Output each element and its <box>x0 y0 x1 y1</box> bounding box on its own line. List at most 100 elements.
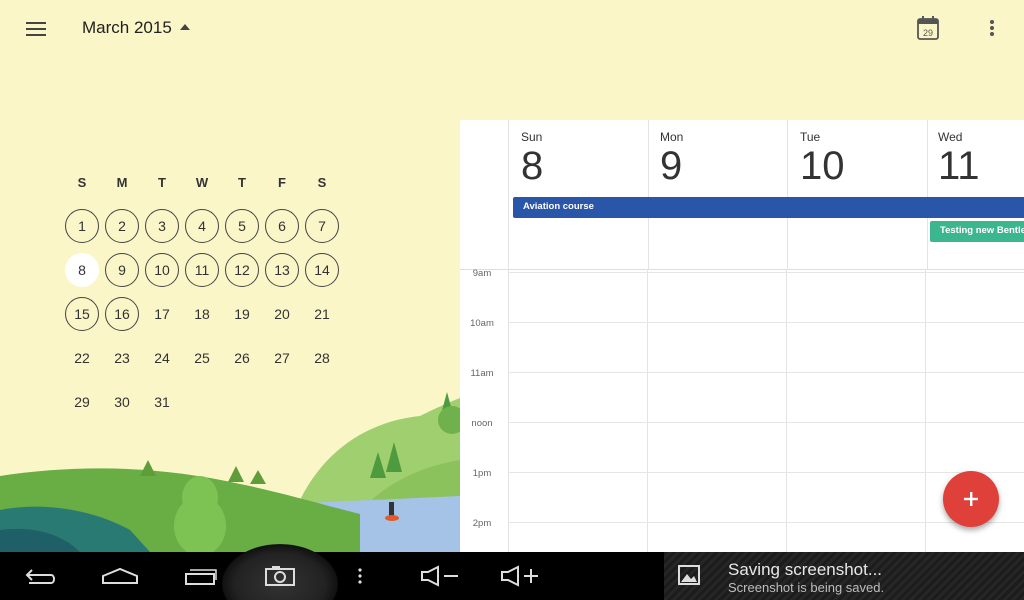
today-button[interactable]: 29 <box>912 12 944 44</box>
day-cell-selected[interactable]: 8 <box>62 248 102 292</box>
day-number: 11 <box>938 144 980 188</box>
weekday-label: T <box>158 174 166 190</box>
day-cell[interactable]: 2 <box>102 204 142 248</box>
month-label: March 2015 <box>82 18 172 37</box>
weekday-label: S <box>77 174 87 190</box>
day-number: 4 <box>185 209 219 243</box>
weekday-label: S <box>317 174 327 190</box>
screenshot-notification[interactable]: Saving screenshot... Screenshot is being… <box>664 552 1024 600</box>
back-icon[interactable] <box>20 556 60 596</box>
day-number: 18 <box>194 306 210 322</box>
day-cell[interactable]: 20 <box>262 292 302 336</box>
recent-apps-icon[interactable] <box>180 556 220 596</box>
day-name: Wed <box>938 130 963 144</box>
day-number: 23 <box>114 350 130 366</box>
more-options-icon[interactable] <box>978 12 1006 44</box>
day-number: 8 <box>521 144 544 188</box>
day-header-sun[interactable]: Sun 8 <box>521 130 543 186</box>
column-divider <box>787 120 788 270</box>
day-name: Mon <box>660 130 684 144</box>
day-number: 5 <box>225 209 259 243</box>
day-cell[interactable]: 9 <box>102 248 142 292</box>
column-divider <box>648 120 649 270</box>
day-header-mon[interactable]: Mon 9 <box>660 130 683 186</box>
day-number: 22 <box>74 350 90 366</box>
day-cell[interactable]: 13 <box>262 248 302 292</box>
hour-line <box>508 322 1024 323</box>
month-selector[interactable]: March 2015 <box>82 18 190 38</box>
day-cell[interactable]: 19 <box>222 292 262 336</box>
column-divider <box>925 270 926 552</box>
event-testing-new-bentley[interactable]: Testing new Bentley <box>930 221 1024 242</box>
day-number: 21 <box>314 306 330 322</box>
week-view: Sun 8 Mon 9 Tue 10 Wed 11 Aviation cours… <box>460 120 1024 552</box>
hour-label: 2pm <box>472 518 492 529</box>
day-number: 12 <box>225 253 259 287</box>
column-divider <box>927 120 928 270</box>
day-number: 2 <box>105 209 139 243</box>
day-cell[interactable]: 14 <box>302 248 342 292</box>
day-number: 1 <box>65 209 99 243</box>
day-cell[interactable]: 25 <box>182 336 222 380</box>
day-cell[interactable]: 22 <box>62 336 102 380</box>
day-cell[interactable]: 12 <box>222 248 262 292</box>
day-number: 11 <box>185 253 219 287</box>
app-bar: March 2015 29 <box>0 0 1024 58</box>
week-row: 1 2 3 4 5 6 7 <box>62 204 346 248</box>
hour-label: 9am <box>472 268 492 279</box>
week-row: 22 23 24 25 26 27 28 <box>62 336 346 380</box>
hour-line <box>508 372 1024 373</box>
day-cell[interactable]: 5 <box>222 204 262 248</box>
add-event-button[interactable] <box>943 471 999 527</box>
day-cell[interactable]: 11 <box>182 248 222 292</box>
menu-icon[interactable] <box>20 14 52 44</box>
day-cell[interactable]: 16 <box>102 292 142 336</box>
calendar-icon: 29 <box>917 16 939 40</box>
day-header-tue[interactable]: Tue 10 <box>800 130 845 186</box>
hour-label: 1pm <box>472 468 492 479</box>
day-number: 10 <box>800 144 845 188</box>
day-number: 3 <box>145 209 179 243</box>
day-number: 10 <box>145 253 179 287</box>
day-cell[interactable]: 28 <box>302 336 342 380</box>
today-badge: 29 <box>923 28 933 38</box>
event-aviation-course[interactable]: Aviation course <box>513 197 1024 218</box>
volume-down-icon[interactable] <box>418 556 462 596</box>
day-cell[interactable]: 15 <box>62 292 102 336</box>
day-cell[interactable]: 4 <box>182 204 222 248</box>
hour-line <box>508 472 1024 473</box>
triangle-up-icon <box>179 24 190 30</box>
column-divider <box>786 270 787 552</box>
screenshot-icon[interactable] <box>260 556 300 596</box>
home-icon[interactable] <box>100 556 140 596</box>
week-header: Sun 8 Mon 9 Tue 10 Wed 11 Aviation cours… <box>460 120 1024 270</box>
more-vert-icon[interactable] <box>350 556 370 596</box>
hour-label: noon <box>471 418 493 429</box>
volume-up-icon[interactable] <box>498 556 542 596</box>
day-number: 9 <box>105 253 139 287</box>
hour-line <box>508 422 1024 423</box>
day-cell[interactable]: 24 <box>142 336 182 380</box>
weekday-label: W <box>195 174 209 190</box>
day-cell[interactable]: 17 <box>142 292 182 336</box>
day-cell[interactable]: 3 <box>142 204 182 248</box>
day-header-wed[interactable]: Wed 11 <box>938 130 980 186</box>
day-cell[interactable]: 10 <box>142 248 182 292</box>
landscape-illustration <box>0 392 460 552</box>
day-number: 15 <box>65 297 99 331</box>
day-number: 20 <box>274 306 290 322</box>
day-number: 28 <box>314 350 330 366</box>
day-cell[interactable]: 21 <box>302 292 342 336</box>
plus-icon <box>964 492 978 506</box>
weekday-label: M <box>116 174 128 190</box>
day-cell[interactable]: 23 <box>102 336 142 380</box>
column-divider <box>508 120 509 270</box>
hour-line <box>508 272 1024 273</box>
day-cell[interactable]: 27 <box>262 336 302 380</box>
day-cell[interactable]: 26 <box>222 336 262 380</box>
day-cell[interactable]: 1 <box>62 204 102 248</box>
day-cell[interactable]: 6 <box>262 204 302 248</box>
day-cell[interactable]: 7 <box>302 204 342 248</box>
week-row: 15 16 17 18 19 20 21 <box>62 292 346 336</box>
day-cell[interactable]: 18 <box>182 292 222 336</box>
